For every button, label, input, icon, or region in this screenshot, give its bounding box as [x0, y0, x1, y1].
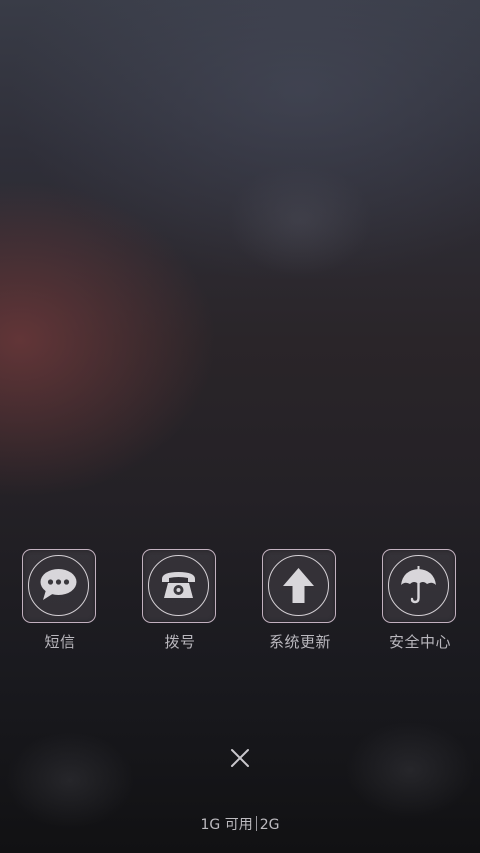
close-icon	[231, 749, 249, 767]
shortcut-label: 系统更新	[268, 633, 331, 651]
umbrella-icon	[401, 566, 436, 604]
shortcut-label: 拨号	[164, 633, 196, 651]
shortcut-label: 短信	[44, 633, 76, 651]
dialer-tile[interactable]	[142, 549, 216, 623]
system-update-tile[interactable]	[262, 549, 336, 623]
up-arrow-icon	[283, 568, 314, 603]
divider	[255, 816, 257, 831]
recent-apps-screen: { "shortcuts": [ { "label": "短信", "icon"…	[0, 0, 480, 853]
memory-info: 1G 可用 2G	[0, 815, 480, 835]
security-center-tile[interactable]	[382, 549, 456, 623]
close-button[interactable]	[222, 740, 258, 776]
memory-total: 2G	[259, 817, 280, 833]
memory-free: 1G 可用	[200, 817, 253, 833]
shortcut-label: 安全中心	[388, 633, 451, 651]
shortcut-row: 短信 拨号 系统更新 安全中心	[0, 548, 480, 658]
message-bubble-icon	[40, 569, 77, 600]
telephone-icon	[162, 572, 195, 598]
sms-tile[interactable]	[22, 549, 96, 623]
